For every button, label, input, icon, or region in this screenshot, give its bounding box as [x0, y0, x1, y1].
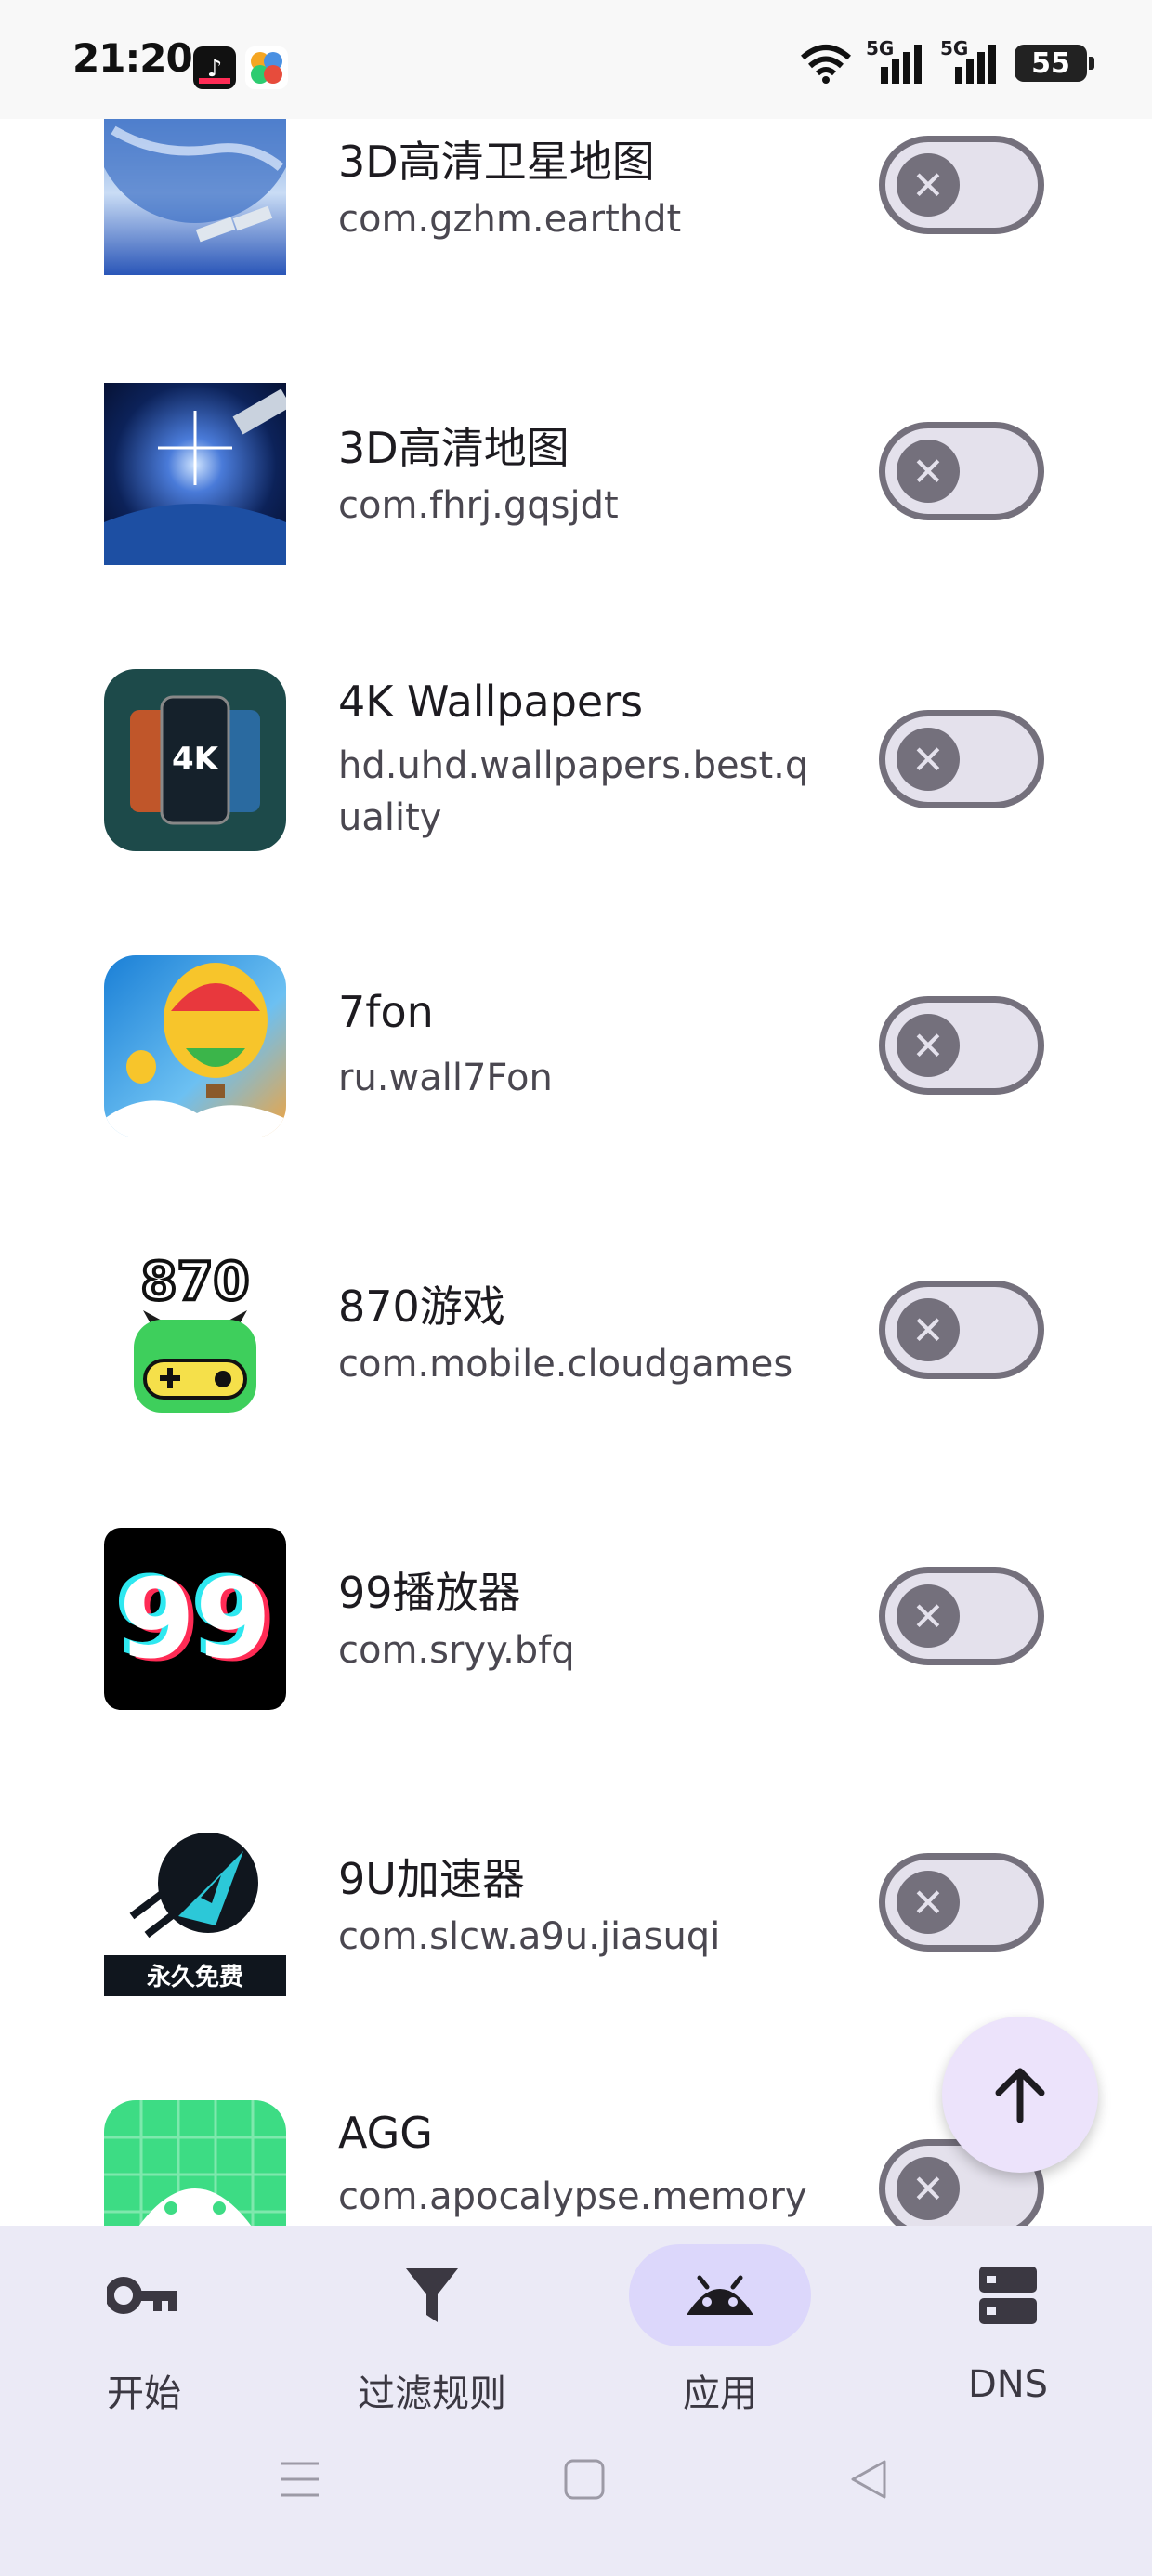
app-package: ru.wall7Fon: [338, 1057, 553, 1099]
app-name: 7fon: [338, 987, 434, 1037]
svg-text:永久免费: 永久免费: [147, 1963, 243, 1991]
android-icon: [683, 2263, 757, 2328]
close-icon: ✕: [897, 728, 960, 791]
svg-text:870: 870: [141, 1252, 250, 1312]
wallpapers-app-icon: 4K: [104, 669, 286, 851]
hot-air-balloon-app-icon: [104, 955, 286, 1137]
tiktok-notification-icon: ♪: [193, 46, 236, 89]
app-package: com.fhrj.gqsjdt: [338, 484, 619, 527]
earth-map-app-icon: [104, 383, 286, 565]
back-icon[interactable]: [847, 2458, 890, 2501]
app-toggle-switch[interactable]: ✕: [879, 996, 1044, 1095]
app-toggle-switch[interactable]: ✕: [879, 1281, 1044, 1379]
app-name: 99播放器: [338, 1568, 521, 1618]
scroll-to-top-button[interactable]: [942, 2017, 1098, 2173]
app-package: com.slcw.a9u.jiasuqi: [338, 1915, 721, 1958]
home-icon[interactable]: [563, 2458, 606, 2501]
app-package: hd.uhd.wallpapers.best.quality: [338, 744, 809, 839]
app-name: 3D高清地图: [338, 423, 569, 473]
close-icon: ✕: [897, 153, 960, 217]
android-app-icon: [104, 2100, 286, 2226]
nav-label: DNS: [967, 2363, 1049, 2406]
app-toggle-switch[interactable]: ✕: [879, 1853, 1044, 1952]
svg-text:99: 99: [119, 1555, 271, 1683]
list-item[interactable]: 永久免费 9U加速器 com.slcw.a9u.jiasuqi ✕: [0, 1764, 1152, 2043]
nav-item-filter-rules[interactable]: 过滤规则: [288, 2226, 576, 2467]
list-item[interactable]: 7fon ru.wall7Fon ✕: [0, 905, 1152, 1184]
wifi-icon: [801, 45, 851, 84]
close-icon: ✕: [897, 1298, 960, 1361]
list-item[interactable]: 3D高清地图 com.fhrj.gqsjdt ✕: [0, 333, 1152, 611]
app-notification-icon: [245, 46, 288, 89]
list-item[interactable]: 99 99 99 99播放器 com.sryy.bfq ✕: [0, 1478, 1152, 1756]
app-list[interactable]: 3D高清卫星地图 com.gzhm.earthdt ✕ 3D高清地图 com.f…: [0, 0, 1152, 2226]
bottom-navigation: 开始 过滤规则 应用 DNS: [0, 2226, 1152, 2576]
nav-item-apps[interactable]: 应用: [576, 2226, 864, 2467]
status-right: 5G 5G 55: [799, 37, 1094, 85]
app-name: 9U加速器: [338, 1854, 525, 1904]
close-icon: ✕: [897, 2157, 960, 2220]
app-package: com.sryy.bfq: [338, 1629, 575, 1672]
battery-icon: 55: [1015, 45, 1094, 82]
app-toggle-switch[interactable]: ✕: [879, 1567, 1044, 1665]
app-toggle-switch[interactable]: ✕: [879, 136, 1044, 234]
rocket-accelerator-app-icon: 永久免费: [104, 1814, 286, 1996]
menu-icon[interactable]: [279, 2458, 321, 2501]
status-time: 21:20: [72, 35, 193, 81]
close-icon: ✕: [897, 1014, 960, 1077]
close-icon: ✕: [897, 440, 960, 503]
cellular-signal-icon: 5G: [866, 37, 927, 85]
video-player-app-icon: 99 99 99: [104, 1528, 286, 1710]
app-toggle-switch[interactable]: ✕: [879, 422, 1044, 520]
key-icon: [107, 2263, 181, 2328]
nav-item-start[interactable]: 开始: [0, 2226, 288, 2467]
nav-label: 过滤规则: [358, 2372, 506, 2415]
cellular-signal-2-icon: 5G: [940, 37, 1001, 85]
close-icon: ✕: [897, 1871, 960, 1934]
app-package: com.gzhm.earthdt: [338, 198, 682, 241]
app-name: 3D高清卫星地图: [338, 137, 655, 187]
app-name: 870游戏: [338, 1281, 505, 1332]
filter-icon: [395, 2263, 469, 2328]
app-toggle-switch[interactable]: ✕: [879, 710, 1044, 808]
dns-icon: [971, 2263, 1045, 2328]
list-item[interactable]: 4K 4K Wallpapers hd.uhd.wallpapers.best.…: [0, 619, 1152, 898]
close-icon: ✕: [897, 1584, 960, 1648]
app-package: com.apocalypse.memory: [338, 2175, 807, 2218]
nav-item-dns[interactable]: DNS: [864, 2226, 1152, 2467]
status-bar: 21:20 ♪ 5G 5G 55: [0, 0, 1152, 119]
list-item[interactable]: 870 870游戏 com.mobile.cloudgames ✕: [0, 1191, 1152, 1470]
arrow-up-icon: [995, 2068, 1045, 2123]
nav-label: 开始: [107, 2372, 181, 2415]
app-package: com.mobile.cloudgames: [338, 1343, 793, 1386]
svg-text:4K: 4K: [172, 741, 220, 778]
earth-satellite-app-icon: [104, 93, 286, 275]
app-name: 4K Wallpapers: [338, 677, 644, 727]
cloud-games-app-icon: 870: [104, 1242, 286, 1424]
nav-label: 应用: [683, 2372, 757, 2415]
app-name: AGG: [338, 2108, 433, 2158]
